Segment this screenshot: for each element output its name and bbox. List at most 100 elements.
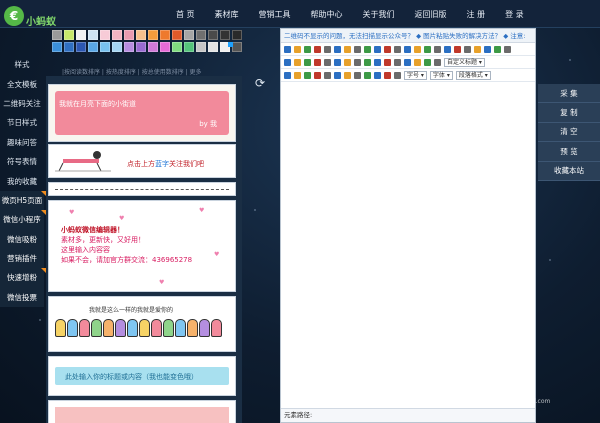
color-swatch[interactable] — [172, 42, 182, 52]
editor-notice[interactable]: 二维码不显示的问题，无法扫描显示公众号？ ◆ 图片粘贴失败的解决方法？ ◆ 注意… — [281, 29, 535, 43]
color-swatch[interactable] — [64, 30, 74, 40]
toolbar-button-icon[interactable] — [414, 45, 421, 53]
template-card-dolls[interactable]: 我就是这么一样的我就是爱你的 — [48, 296, 236, 352]
color-swatch[interactable] — [124, 42, 134, 52]
toolbar-button-icon[interactable] — [384, 71, 391, 79]
color-swatch[interactable] — [220, 30, 230, 40]
toolbar-button-icon[interactable] — [494, 45, 501, 53]
toolbar-button-icon[interactable] — [384, 58, 391, 66]
color-swatch[interactable] — [100, 42, 110, 52]
toolbar-button-icon[interactable] — [404, 58, 411, 66]
toolbar-button-icon[interactable] — [404, 45, 411, 53]
color-swatch[interactable] — [76, 42, 86, 52]
toolbar-button-icon[interactable] — [364, 71, 371, 79]
toolbar-button-icon[interactable] — [354, 58, 361, 66]
sidebar-item[interactable]: 样式 — [0, 55, 44, 74]
toolbar-button-icon[interactable] — [284, 71, 291, 79]
color-swatch[interactable] — [196, 30, 206, 40]
toolbar-select[interactable]: 自定义标题 ▾ — [444, 57, 485, 67]
toolbar-button-icon[interactable] — [424, 45, 431, 53]
toolbar-button-icon[interactable] — [294, 71, 301, 79]
nav-link[interactable]: 关于我们 — [363, 9, 395, 20]
color-swatch[interactable] — [136, 30, 146, 40]
sidebar-item[interactable]: 微信吸粉 — [0, 229, 44, 249]
toolbar-button-icon[interactable] — [324, 45, 331, 53]
sidebar-item[interactable]: 快速增粉 — [0, 268, 48, 288]
sidebar-item[interactable]: 微信投票 — [0, 287, 44, 308]
color-swatch[interactable] — [160, 30, 170, 40]
color-swatch[interactable] — [196, 42, 206, 52]
toolbar-button-icon[interactable] — [364, 45, 371, 53]
editor-content-area[interactable] — [281, 85, 535, 408]
toolbar-button-icon[interactable] — [394, 71, 401, 79]
sidebar-item[interactable]: 二维码关注 — [0, 94, 44, 113]
sidebar-item[interactable]: 趣味问答 — [0, 133, 44, 152]
toolbar-button-icon[interactable] — [344, 71, 351, 79]
color-swatch[interactable] — [184, 30, 194, 40]
color-swatch[interactable] — [52, 42, 62, 52]
toolbar-button-icon[interactable] — [334, 58, 341, 66]
template-card-hearts[interactable]: ♥ ♥ ♥ ♥ ♥ 小蚂蚁微信编辑器！ 素材多，更新快，又好用！ 这里输入内容容 如果… — [48, 200, 236, 292]
nav-link[interactable]: 素材库 — [215, 9, 239, 20]
toolbar-select[interactable]: 段落格式 ▾ — [455, 70, 491, 80]
toolbar-button-icon[interactable] — [394, 45, 401, 53]
toolbar-button-icon[interactable] — [304, 45, 311, 53]
refresh-icon[interactable]: ⟳ — [255, 76, 265, 90]
color-swatch[interactable] — [232, 42, 242, 52]
toolbar-select[interactable]: 字体 ▾ — [429, 70, 453, 80]
toolbar-button-icon[interactable] — [444, 45, 451, 53]
toolbar-button-icon[interactable] — [474, 45, 481, 53]
toolbar-button-icon[interactable] — [284, 45, 291, 53]
color-swatch[interactable] — [112, 42, 122, 52]
color-swatch[interactable] — [148, 30, 158, 40]
toolbar-button-icon[interactable] — [344, 58, 351, 66]
nav-link[interactable]: 返回旧版 — [415, 9, 447, 20]
toolbar-button-icon[interactable] — [294, 58, 301, 66]
toolbar-button-icon[interactable] — [324, 58, 331, 66]
toolbar-button-icon[interactable] — [294, 45, 301, 53]
toolbar-button-icon[interactable] — [284, 58, 291, 66]
template-card-follow-us[interactable]: 点击上方蓝字关注我们吧 — [48, 144, 236, 178]
nav-link[interactable]: 营销工具 — [259, 9, 291, 20]
toolbar-button-icon[interactable] — [304, 58, 311, 66]
template-card-title-bar[interactable]: 此处输入你的标题或内容（我也能变色哦） — [48, 356, 236, 396]
nav-link[interactable]: 帮助中心 — [311, 9, 343, 20]
brand-logo[interactable]: € 小蚂蚁 — [4, 3, 56, 28]
toolbar-button-icon[interactable] — [434, 58, 441, 66]
toolbar-button-icon[interactable] — [374, 71, 381, 79]
color-swatch[interactable] — [76, 30, 86, 40]
template-card-divider[interactable] — [48, 182, 236, 196]
template-card-pink[interactable] — [48, 400, 236, 423]
color-swatch[interactable] — [232, 30, 242, 40]
sort-options[interactable]: |按阅读数排序 | 按热度排序 | 按总使用数排序 | 更多 — [62, 67, 202, 76]
toolbar-button-icon[interactable] — [374, 58, 381, 66]
toolbar-button-icon[interactable] — [334, 45, 341, 53]
sidebar-item[interactable]: 全文模板 — [0, 74, 44, 93]
toolbar-button-icon[interactable] — [314, 45, 321, 53]
palette-more-icon[interactable] — [228, 42, 233, 47]
color-swatch[interactable] — [52, 30, 62, 40]
toolbar-button-icon[interactable] — [334, 71, 341, 79]
sidebar-item[interactable]: 我的收藏 — [0, 171, 44, 190]
toolbar-button-icon[interactable] — [434, 45, 441, 53]
toolbar-button-icon[interactable] — [464, 45, 471, 53]
toolbar-button-icon[interactable] — [314, 58, 321, 66]
nav-link[interactable]: 注 册 — [467, 9, 486, 20]
toolbar-button-icon[interactable] — [394, 58, 401, 66]
toolbar-button-icon[interactable] — [364, 58, 371, 66]
color-swatch[interactable] — [88, 42, 98, 52]
action-button[interactable]: 清 空 — [538, 122, 600, 143]
color-swatch[interactable] — [124, 30, 134, 40]
color-swatch[interactable] — [160, 42, 170, 52]
toolbar-button-icon[interactable] — [454, 45, 461, 53]
nav-link[interactable]: 首 页 — [176, 9, 195, 20]
toolbar-button-icon[interactable] — [304, 71, 311, 79]
color-swatch[interactable] — [112, 30, 122, 40]
action-button[interactable]: 收藏本站 — [538, 161, 600, 181]
color-swatch[interactable] — [184, 42, 194, 52]
toolbar-button-icon[interactable] — [374, 45, 381, 53]
color-swatch[interactable] — [208, 30, 218, 40]
color-swatch[interactable] — [100, 30, 110, 40]
toolbar-button-icon[interactable] — [424, 58, 431, 66]
action-button[interactable]: 预 览 — [538, 142, 600, 162]
